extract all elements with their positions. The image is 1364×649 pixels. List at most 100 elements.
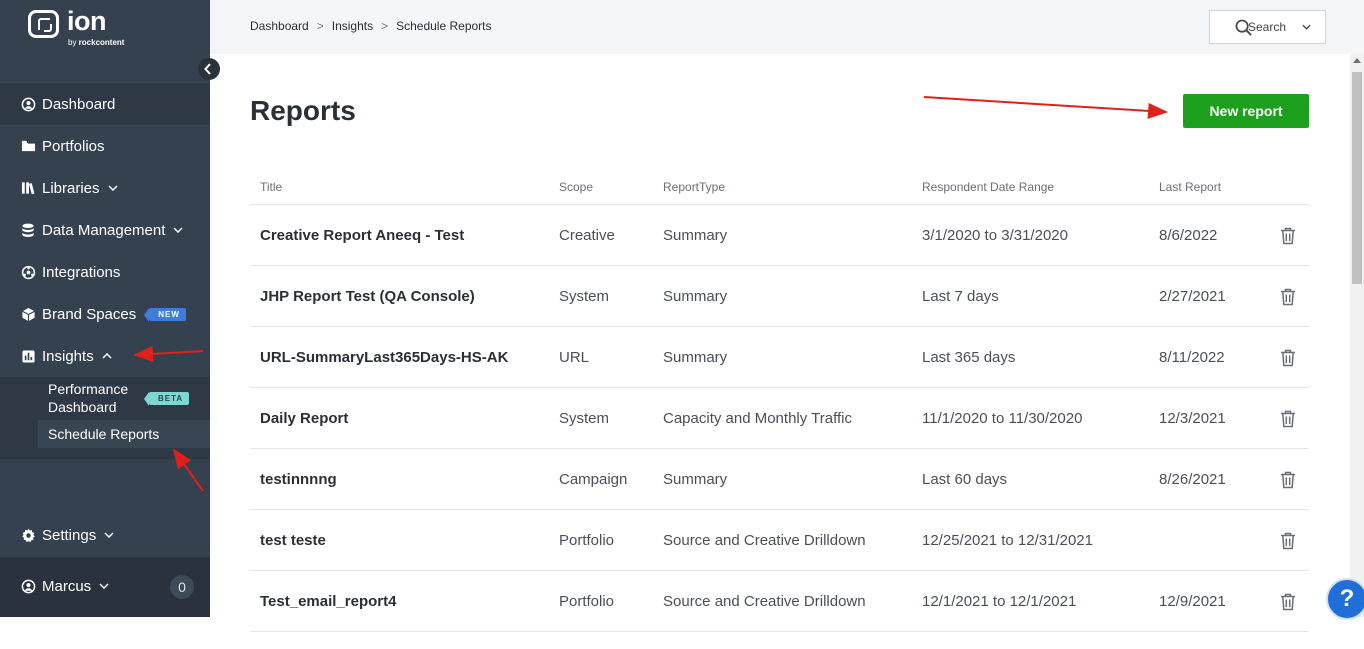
report-last-report: 12/3/2021 [1159,410,1226,427]
cube-icon [20,306,36,322]
column-header-last-report: Last Report [1159,180,1222,194]
sidebar-subitem-schedule-reports[interactable]: Schedule Reports [38,420,210,448]
table-row[interactable]: URL-SummaryLast365Days-HS-AK URL Summary… [250,327,1309,388]
trash-icon[interactable] [1278,287,1298,307]
sidebar-subitem-performance-dashboard[interactable]: Performance Dashboard [48,380,128,416]
report-scope: Portfolio [559,593,615,610]
sidebar: ion by rockcontent Dashboard Portfolios … [0,0,210,617]
sidebar-item-settings[interactable]: Settings [0,514,210,556]
sidebar-item-portfolios[interactable]: Portfolios [0,125,210,167]
report-scope: Creative [559,227,615,244]
chevron-down-icon [108,185,118,191]
breadcrumb-item-insights[interactable]: Insights [332,19,373,33]
report-date-range: 3/1/2020 to 3/31/2020 [922,227,1068,244]
integrations-icon [20,264,36,280]
sidebar-item-data-management[interactable]: Data Management [0,209,210,251]
annotation-arrow-new-report [923,96,1168,119]
search-icon [1235,19,1252,36]
chevron-down-icon [99,583,109,589]
column-header-scope: Scope [559,180,594,194]
report-scope: Campaign [559,471,628,488]
search-button[interactable]: Search [1209,10,1326,44]
sidebar-item-libraries[interactable]: Libraries [0,167,210,209]
report-title[interactable]: Creative Report Aneeq - Test [260,227,464,244]
report-last-report: 8/11/2022 [1159,349,1225,366]
report-date-range: 12/1/2021 to 12/1/2021 [922,593,1077,610]
column-header-report-type: ReportType [663,180,726,194]
table-row[interactable]: Daily Report System Capacity and Monthly… [250,388,1309,449]
trash-icon[interactable] [1278,409,1298,429]
report-title[interactable]: testinnnng [260,471,337,488]
report-type: Capacity and Monthly Traffic [663,410,852,427]
table-row[interactable]: JHP Report Test (QA Console) System Summ… [250,266,1309,327]
report-date-range: 11/1/2020 to 11/30/2020 [922,410,1083,427]
subitem-label-line2: Dashboard [48,399,117,415]
breadcrumb-item-dashboard[interactable]: Dashboard [250,19,309,33]
search-label: Search [1248,20,1287,34]
report-title[interactable]: test teste [260,532,326,549]
books-icon [20,180,36,196]
vertical-scrollbar[interactable] [1350,54,1364,617]
column-header-title: Title [260,180,283,194]
chart-icon [20,348,36,364]
ion-logo[interactable]: ion by rockcontent [28,6,148,50]
database-icon [20,222,36,238]
notification-count[interactable]: 0 [170,575,194,599]
beta-badge: BETA [143,392,190,406]
report-title[interactable]: Daily Report [260,410,348,427]
help-button[interactable]: ? [1326,578,1364,620]
sidebar-item-label: Libraries [42,179,100,197]
insights-submenu: Performance Dashboard BETA Schedule Repo… [0,377,210,459]
sidebar-item-label: Settings [42,526,97,544]
breadcrumb-item-schedule-reports: Schedule Reports [396,19,492,33]
sidebar-item-dashboard[interactable]: Dashboard [0,83,210,125]
report-type: Source and Creative Drilldown [663,532,866,549]
report-last-report: 12/9/2021 [1159,593,1226,610]
scrollbar-thumb[interactable] [1352,72,1362,284]
chevron-down-icon [173,227,183,233]
subitem-label-line1: Performance [48,381,129,397]
trash-icon[interactable] [1278,531,1298,551]
table-row[interactable]: Creative Report Aneeq - Test Creative Su… [250,205,1309,266]
report-scope: URL [559,349,590,366]
breadcrumb-separator: > [381,19,389,33]
report-title[interactable]: URL-SummaryLast365Days-HS-AK [260,349,508,366]
report-scope: System [559,410,610,427]
user-circle-icon [20,578,36,594]
sidebar-item-brand-spaces[interactable]: Brand Spaces NEW [0,293,210,335]
new-report-button[interactable]: New report [1183,94,1309,128]
report-date-range: Last 365 days [922,349,1016,366]
scroll-up-arrow-icon[interactable] [1353,58,1361,63]
sidebar-item-insights[interactable]: Insights [0,335,210,377]
gear-icon [20,527,36,543]
report-type: Summary [663,471,728,488]
report-title[interactable]: Test_email_report4 [260,593,396,610]
report-last-report: 8/6/2022 [1159,227,1218,244]
trash-icon[interactable] [1278,592,1298,612]
logo-sub-prefix: by [68,38,79,47]
trash-icon[interactable] [1278,470,1298,490]
chevron-down-icon [104,532,114,538]
sidebar-item-label: Data Management [42,221,166,239]
report-scope: Portfolio [559,532,615,549]
report-last-report: 8/26/2021 [1159,471,1226,488]
report-type: Summary [663,349,728,366]
reports-table: Title Scope ReportType Respondent Date R… [250,172,1309,632]
report-title[interactable]: JHP Report Test (QA Console) [260,288,475,305]
page-title: Reports [250,95,356,126]
report-last-report: 2/27/2021 [1159,288,1226,305]
column-header-date-range: Respondent Date Range [922,180,1055,194]
trash-icon[interactable] [1278,348,1298,368]
sidebar-item-integrations[interactable]: Integrations [0,251,210,293]
sidebar-item-label: Insights [42,347,94,365]
table-row[interactable]: Test_email_report4 Portfolio Source and … [250,571,1309,632]
table-row[interactable]: test teste Portfolio Source and Creative… [250,510,1309,571]
trash-icon[interactable] [1278,226,1298,246]
logo-subtitle: by rockcontent [68,38,124,47]
report-type: Summary [663,288,728,305]
collapse-sidebar-button[interactable] [198,58,220,80]
table-header: Title Scope ReportType Respondent Date R… [250,172,1309,205]
logo-text: ion [67,6,107,36]
table-row[interactable]: testinnnng Campaign Summary Last 60 days… [250,449,1309,510]
breadcrumb: Dashboard > Insights > Schedule Reports [250,19,492,33]
